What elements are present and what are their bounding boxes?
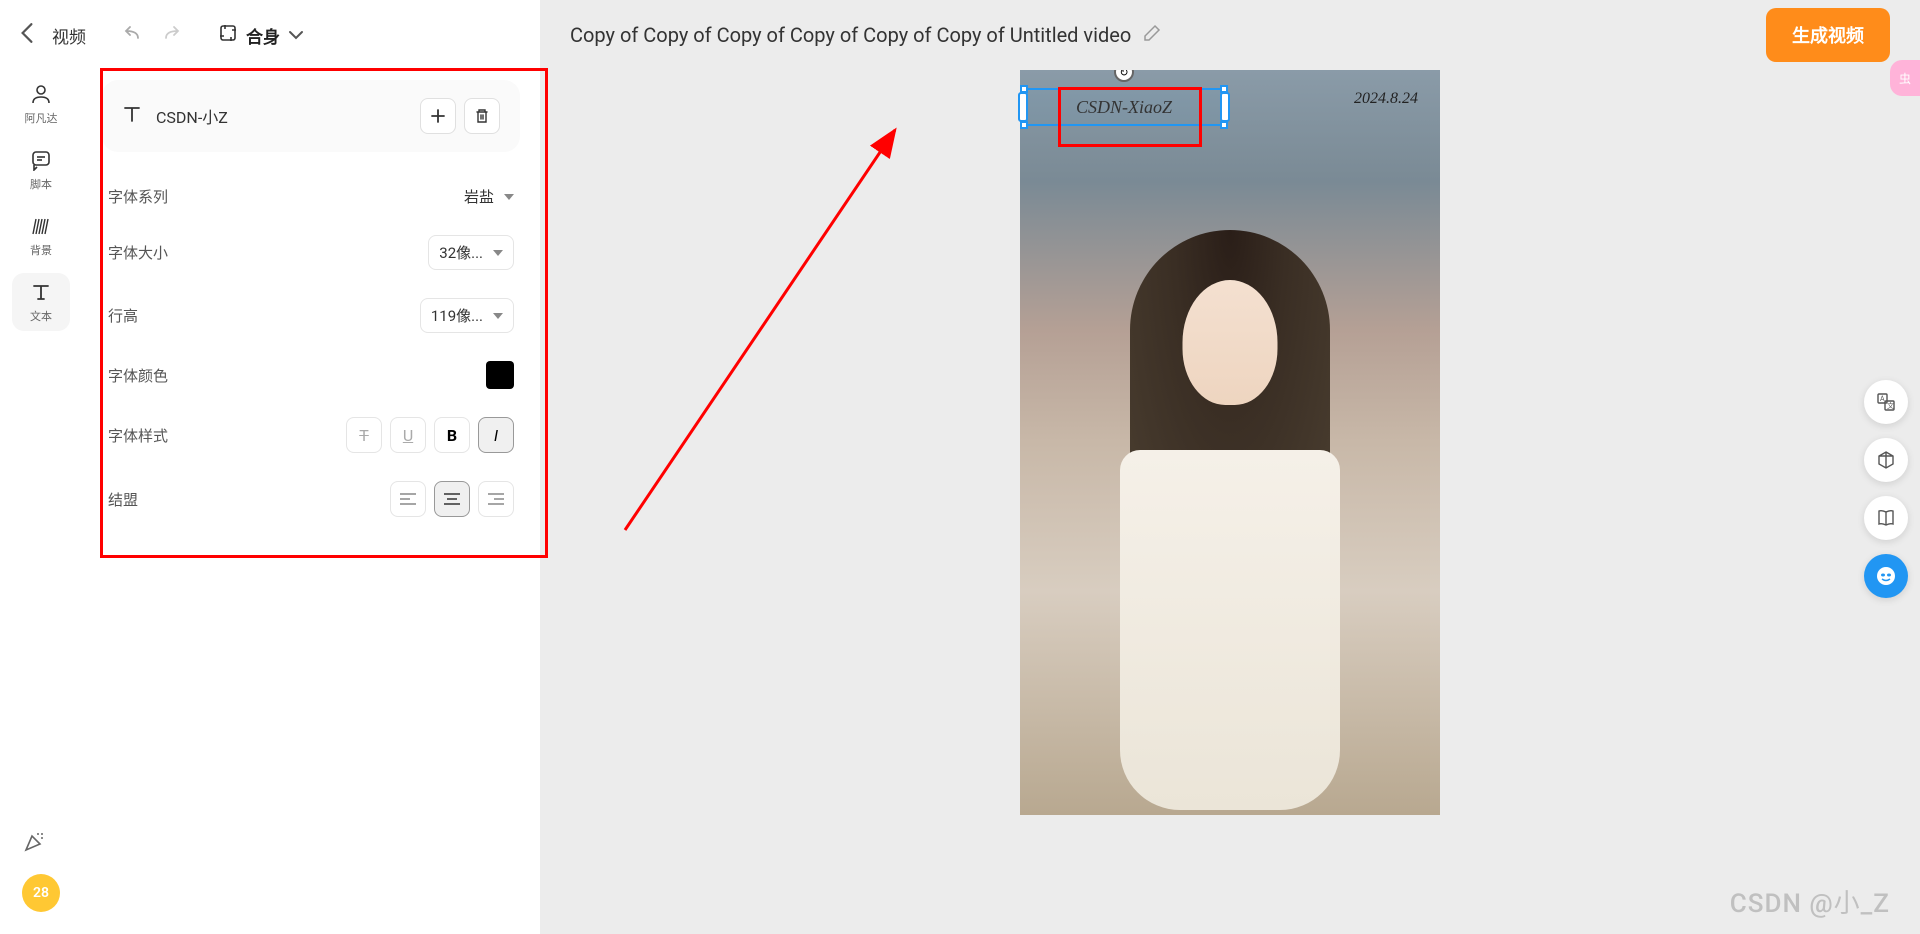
edit-title-icon[interactable] [1143,24,1161,46]
font-size-dropdown[interactable]: 32像... [428,235,514,270]
fit-dropdown[interactable]: 合身 [218,23,304,48]
resize-handle-right[interactable] [1220,92,1230,122]
toolbar-text[interactable]: 文本 [12,273,70,331]
align-center-button[interactable] [434,481,470,517]
line-height-dropdown[interactable]: 119像... [420,298,514,333]
delete-text-button[interactable] [464,98,500,134]
figure-placeholder [1070,230,1390,810]
text-selection-box[interactable]: ↻ CSDN-XiaoZ [1023,88,1225,126]
translate-icon[interactable]: A文 [1864,380,1908,424]
align-right-button[interactable] [478,481,514,517]
side-tab-pink[interactable]: 虫 [1890,60,1920,96]
svg-text:A: A [1880,395,1885,403]
cube-icon[interactable] [1864,438,1908,482]
toolbar-script-label: 脚本 [30,176,52,192]
toolbar-background-label: 背景 [30,242,52,258]
script-icon [29,148,53,172]
video-frame[interactable]: 2024.8.24 ↻ CSDN-XiaoZ [1020,70,1440,815]
chevron-down-icon [493,313,503,319]
toolbar-text-label: 文本 [30,308,52,324]
generate-video-button[interactable]: 生成视频 [1766,8,1890,62]
text-t-icon [122,104,142,128]
book-icon[interactable] [1864,496,1908,540]
font-family-dropdown[interactable]: 岩盐 [464,186,514,207]
resize-handle-bl[interactable] [1020,121,1028,129]
back-button[interactable] [20,22,34,48]
background-icon [29,214,53,238]
assistant-icon[interactable] [1864,554,1908,598]
toolbar-script[interactable]: 脚本 [12,141,70,199]
font-color-label: 字体颜色 [108,365,168,386]
date-overlay: 2024.8.24 [1354,90,1418,108]
resize-handle-tl[interactable] [1020,85,1028,93]
svg-text:文: 文 [1887,401,1894,410]
align-left-button[interactable] [390,481,426,517]
line-height-label: 行高 [108,305,138,326]
crop-icon [218,23,238,47]
video-title: Copy of Copy of Copy of Copy of Copy of … [570,23,1131,47]
text-icon [29,280,53,304]
toolbar-background[interactable]: 背景 [12,207,70,265]
toolbar-avatar-label: 阿凡达 [25,110,58,126]
chevron-down-icon [288,30,304,40]
toolbar-avatar[interactable]: 阿凡达 [12,75,70,133]
section-title: 视频 [52,23,86,48]
italic-button[interactable]: I [478,417,514,453]
redo-icon[interactable] [160,23,180,47]
resize-handle-br[interactable] [1220,121,1228,129]
fit-label: 合身 [246,23,280,48]
underline-button[interactable]: U [390,417,426,453]
font-size-label: 字体大小 [108,242,168,263]
resize-handle-left[interactable] [1018,92,1028,122]
align-label: 结盟 [108,489,138,510]
bold-button[interactable]: B [434,417,470,453]
font-family-label: 字体系列 [108,186,168,207]
badge-count[interactable]: 28 [22,874,60,912]
rotate-handle[interactable]: ↻ [1114,70,1134,82]
font-style-label: 字体样式 [108,425,168,446]
font-color-swatch[interactable] [486,361,514,389]
chevron-down-icon [504,194,514,200]
resize-handle-tr[interactable] [1220,85,1228,93]
undo-icon[interactable] [124,23,144,47]
overlay-text: CSDN-XiaoZ [1025,90,1223,124]
add-text-button[interactable] [420,98,456,134]
celebrate-icon[interactable] [22,830,46,860]
text-item-card[interactable]: CSDN-小Z [102,80,520,152]
strikethrough-button[interactable]: T [346,417,382,453]
text-value: CSDN-小Z [156,104,228,128]
chevron-down-icon [493,250,503,256]
watermark: CSDN @小_Z [1730,883,1890,920]
avatar-icon [29,82,53,106]
